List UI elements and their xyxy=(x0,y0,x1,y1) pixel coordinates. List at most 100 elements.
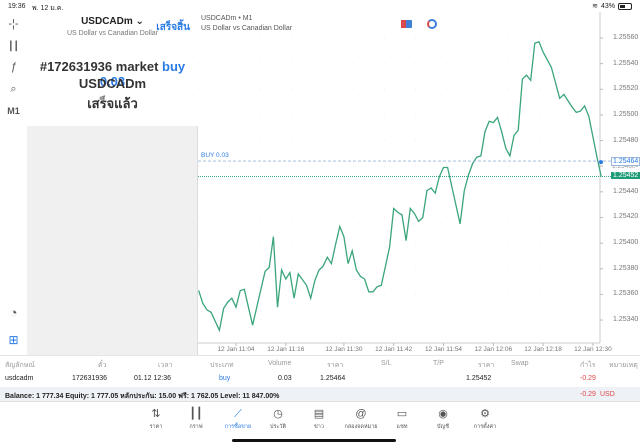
nav-trade[interactable]: ⟋ การซื้อขาย xyxy=(218,407,258,431)
buy-line-label: BUY 0.03 xyxy=(201,152,229,160)
nav-label: ข่าว xyxy=(314,424,324,430)
y-tick-label: 1.25400 xyxy=(613,239,639,247)
col-volume: Volume xyxy=(268,360,292,367)
nav-news[interactable]: ▤ ข่าว xyxy=(299,407,339,431)
positions-header: สัญลักษณ์ ตั๋ว เวลา ประเภท Volume ราคา S… xyxy=(0,355,640,371)
x-tick-label: 12 Jan 12:18 xyxy=(524,346,562,353)
y-tick-label: 1.25340 xyxy=(613,316,639,324)
news-icon: ▤ xyxy=(313,408,325,420)
x-tick-label: 12 Jan 11:04 xyxy=(217,346,255,353)
chart-icon: ┃┃ xyxy=(189,408,203,420)
price-chart[interactable] xyxy=(198,12,640,355)
wifi-icon: ≋ xyxy=(592,3,598,10)
crosshair-icon[interactable]: -¦- xyxy=(5,16,22,32)
nav-label: บัญชี xyxy=(437,424,449,430)
home-indicator[interactable] xyxy=(232,439,396,442)
nav-label: แชท xyxy=(396,424,408,430)
nav-settings[interactable]: ⚙ การตั้งค่า xyxy=(465,407,505,431)
result-status: เสร็จแล้ว xyxy=(87,96,138,111)
col-comment: หมายเหตุ xyxy=(609,362,638,369)
nav-chat[interactable]: ▭ แชท xyxy=(382,407,422,431)
y-tick-label: 1.25420 xyxy=(613,213,639,221)
nav-account[interactable]: ◉ บัญชี xyxy=(423,407,463,431)
y-tick-label: 1.25520 xyxy=(613,85,639,93)
currency: USD xyxy=(600,391,615,398)
history-icon: ◷ xyxy=(273,408,283,420)
timeframe-button[interactable]: M1 xyxy=(5,103,22,119)
col-current-price: ราคา xyxy=(478,362,495,369)
nav-label: ประวัติ xyxy=(269,424,287,430)
row-type: buy xyxy=(219,375,231,382)
col-type: ประเภท xyxy=(210,362,234,369)
row-price: 1.25452 xyxy=(466,375,492,382)
position-row[interactable]: usdcadm 172631936 01.12 12:36 buy 0.03 1… xyxy=(0,371,640,387)
y-tick-label: 1.25480 xyxy=(613,136,639,144)
col-profit: กำไร xyxy=(580,362,596,369)
function-icon[interactable]: ƒ xyxy=(5,59,22,75)
nav-label: การตั้งค่า xyxy=(473,424,497,430)
nav-mailbox[interactable]: @ กล่องจดหมาย xyxy=(341,407,381,431)
row-symbol: usdcadm xyxy=(5,375,34,382)
row-time: 01.12 12:36 xyxy=(134,375,171,382)
status-right: ≋ 43% xyxy=(592,2,632,10)
col-price: ราคา xyxy=(327,362,344,369)
row-ticket: 172631936 xyxy=(72,375,108,382)
chart-compare-icon[interactable]: ◔ xyxy=(5,305,22,321)
bottom-nav: ⇅ ราคา ┃┃ กราฟ ⟋ การซื้อขาย ◷ ประวัติ ▤ ข่าว @ กล่อ… xyxy=(0,405,640,435)
row-open-price: 1.25464 xyxy=(320,375,346,382)
quotes-icon: ⇅ xyxy=(151,408,161,420)
col-swap: Swap xyxy=(511,360,529,367)
nav-label: ราคา xyxy=(149,424,163,430)
col-sl: S/L xyxy=(381,360,392,367)
buy-price-label: 1.25464 xyxy=(611,157,640,167)
battery-percent: 43% xyxy=(600,2,615,10)
col-time: เวลา xyxy=(158,362,173,369)
x-tick-label: 12 Jan 11:16 xyxy=(267,346,305,353)
result-symbol: USDCADm xyxy=(78,76,147,91)
col-tp: T/P xyxy=(433,360,444,367)
y-tick-label: 1.25380 xyxy=(613,264,639,272)
current-price-label: 1.25452 xyxy=(611,172,640,180)
nav-label: กล่องจดหมาย xyxy=(344,424,378,430)
x-tick-label: 12 Jan 12:06 xyxy=(474,346,513,353)
chat-icon: ▭ xyxy=(396,408,408,420)
chevron-down-icon: ⌄ xyxy=(135,16,144,27)
trade-icon: ⟋ xyxy=(234,408,242,420)
row-volume: 0.03 xyxy=(278,375,292,382)
mailbox-icon: @ xyxy=(355,408,367,420)
y-tick-label: 1.25540 xyxy=(613,59,639,67)
order-panel: USDCADm ⌄ US Dollar vs Canadian Dollar เ… xyxy=(27,12,198,355)
nav-label: การซื้อขาย xyxy=(224,424,252,430)
balance-bar: Balance: 1 777.34 Equity: 1 777.05 หลักป… xyxy=(0,387,640,402)
balance-line: Balance: 1 777.34 Equity: 1 777.05 หลักป… xyxy=(5,393,280,400)
y-tick-label: 1.25500 xyxy=(613,110,639,118)
result-ticket-text: #172631936 market xyxy=(39,59,159,74)
x-tick-label: 12 Jan 11:54 xyxy=(424,346,463,353)
candlestick-icon[interactable]: ┃┃ xyxy=(5,38,22,54)
row-profit: -0.29 xyxy=(580,375,596,382)
account-icon: ◉ xyxy=(438,408,448,420)
price-line xyxy=(198,41,602,333)
objects-icon[interactable]: ⌕ xyxy=(5,81,22,97)
nav-quotes[interactable]: ⇅ ราคา xyxy=(136,407,176,431)
col-symbol: สัญลักษณ์ xyxy=(5,362,35,369)
total-profit: -0.29 xyxy=(580,391,596,398)
x-tick-label: 12 Jan 11:30 xyxy=(325,346,363,353)
y-tick-label: 1.25360 xyxy=(613,290,639,298)
done-button[interactable]: เสร็จสิ้น xyxy=(156,20,190,35)
status-bar: 19:36 พ. 12 ม.ค. ≋ 43% xyxy=(0,0,640,12)
y-tick-label: 1.25560 xyxy=(613,34,639,41)
status-time: 19:36 xyxy=(8,3,26,10)
settings-icon: ⚙ xyxy=(480,408,490,420)
col-ticket: ตั๋ว xyxy=(98,362,107,369)
y-tick-label: 1.25440 xyxy=(613,187,639,195)
left-toolbar: -¦- ┃┃ ƒ ⌕ M1 ◔ ⊞ xyxy=(0,12,27,355)
buy-marker xyxy=(599,160,603,165)
nav-label: กราฟ xyxy=(189,424,203,430)
new-order-icon[interactable]: ⊞ xyxy=(5,332,22,348)
nav-history[interactable]: ◷ ประวัติ xyxy=(258,407,298,431)
symbol-name: USDCADm xyxy=(81,16,133,27)
x-tick-label: 12 Jan 11:42 xyxy=(375,346,413,353)
x-tick-label: 12 Jan 12:30 xyxy=(574,346,612,353)
nav-chart[interactable]: ┃┃ กราฟ xyxy=(176,407,216,431)
